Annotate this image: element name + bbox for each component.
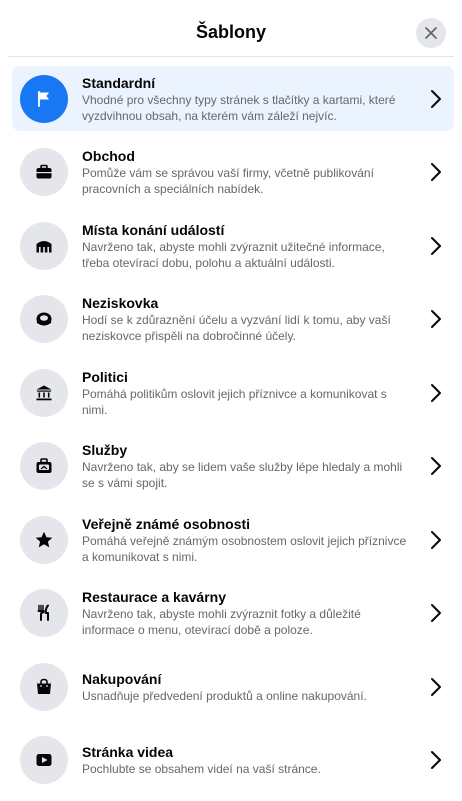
chevron-right-icon (431, 89, 441, 108)
template-item-venues[interactable]: Místa konání událostí Navrženo tak, abys… (12, 213, 454, 278)
chevron-right-icon (431, 751, 441, 769)
template-description: Navrženo tak, abyste mohli zvýraznit uži… (82, 239, 385, 270)
chevron-right-icon (431, 163, 441, 181)
briefcase-icon (36, 164, 52, 179)
template-icon-container (20, 515, 68, 564)
cutlery-icon (37, 604, 49, 621)
template-item-politicians[interactable]: Politici Pomáhá politikům oslovit jejich… (12, 360, 454, 425)
chevron-right-icon (431, 604, 441, 622)
chevron-right-icon (431, 236, 441, 255)
template-item-business[interactable]: Obchod Pomůže vám se správou vaší firmy,… (12, 140, 454, 205)
template-title: Nakupování (82, 670, 162, 687)
template-item-video-page[interactable]: Stránka videa Pochlubte se obsahem videí… (12, 728, 454, 793)
template-list: Standardní Vhodné pro všechny typy strán… (12, 66, 454, 801)
donation-icon (36, 312, 52, 326)
star-icon (35, 531, 53, 547)
government-icon (36, 385, 52, 400)
template-description: Navrženo tak, abyste mohli zvýraznit fot… (82, 607, 361, 637)
template-icon-container (20, 295, 68, 343)
template-description: Pomáhá politikům oslovit jejich příznivc… (82, 386, 387, 417)
chevron-right-icon (431, 530, 441, 549)
template-title: Obchod (82, 148, 135, 164)
template-item-services[interactable]: Služby Navrženo tak, aby se lidem vaše s… (12, 434, 454, 499)
template-item-nonprofit[interactable]: Neziskovka Hodí se k zdůraznění účelu a … (12, 287, 454, 352)
template-description: Usnadňuje předvedení produktů a online n… (82, 688, 367, 703)
templates-dialog: Šablony Standardní Vhodné pro všechny ty… (0, 0, 462, 784)
template-item-restaurants[interactable]: Restaurace a kavárny Navrženo tak, abyst… (12, 581, 454, 646)
video-icon (36, 754, 52, 766)
template-title: Standardní (82, 74, 156, 91)
template-title: Politici (82, 368, 128, 385)
shopping-bag-icon (37, 678, 51, 694)
template-description: Vhodné pro všechny typy stránek s tlačít… (82, 92, 396, 123)
chevron-right-icon (431, 310, 441, 328)
template-icon-container (20, 148, 68, 196)
template-title: Veřejně známé osobnosti (82, 515, 251, 532)
template-icon-container (20, 589, 68, 637)
template-description: Pomůže vám se správou vaší firmy, včetně… (82, 166, 374, 196)
chevron-right-icon (431, 383, 441, 402)
close-button[interactable] (416, 18, 446, 48)
toolbox-icon (36, 458, 52, 473)
template-title: Služby (82, 442, 128, 458)
template-description: Pomáhá veřejně známým osobnostem oslovit… (82, 533, 407, 564)
dialog-header: Šablony (8, 8, 454, 57)
template-icon-container (20, 442, 68, 490)
template-icon-container (20, 221, 68, 270)
chevron-right-icon (431, 457, 441, 475)
template-description: Pochlubte se obsahem videí na vaší strán… (82, 762, 321, 776)
template-icon-container (20, 368, 68, 417)
venue-icon (36, 240, 52, 252)
template-icon-container (20, 74, 68, 123)
template-item-public-figures[interactable]: Veřejně známé osobnosti Pomáhá veřejně z… (12, 507, 454, 572)
template-title: Neziskovka (82, 295, 159, 311)
template-item-shopping[interactable]: Nakupování Usnadňuje předvedení produktů… (12, 654, 454, 719)
template-item-standard[interactable]: Standardní Vhodné pro všechny typy strán… (12, 66, 454, 131)
close-icon (425, 27, 437, 39)
flag-icon (38, 90, 49, 107)
template-icon-container (20, 736, 68, 784)
template-title: Místa konání událostí (82, 221, 225, 238)
chevron-right-icon (431, 677, 441, 696)
template-title: Restaurace a kavárny (82, 589, 226, 605)
dialog-title: Šablony (195, 21, 266, 42)
template-description: Hodí se k zdůraznění účelu a vyzvání lid… (82, 313, 391, 343)
template-title: Stránka videa (82, 744, 174, 760)
template-icon-container (20, 662, 68, 711)
template-description: Navrženo tak, aby se lidem vaše služby l… (82, 460, 403, 490)
